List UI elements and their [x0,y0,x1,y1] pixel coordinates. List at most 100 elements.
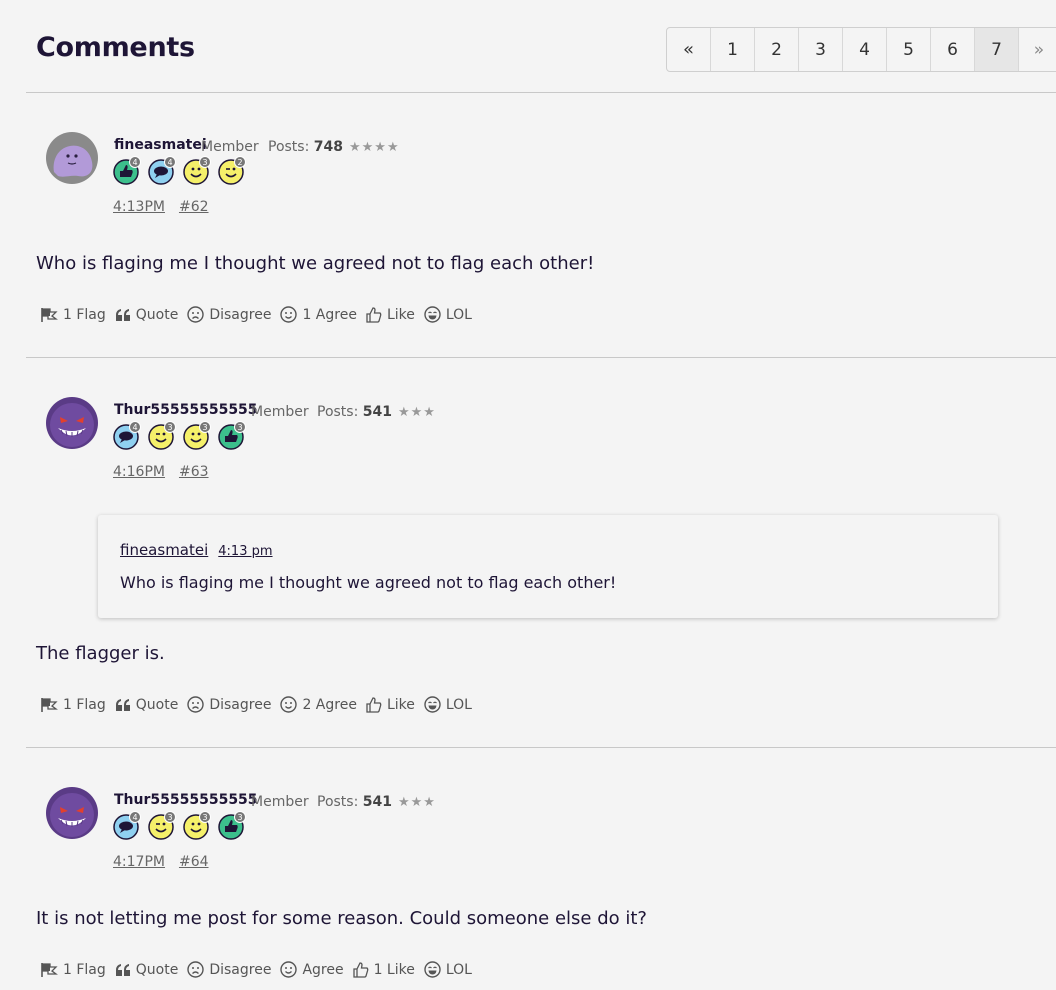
quote-time-link[interactable]: 4:13 pm [218,544,272,559]
quote-button[interactable]: Quote [115,306,179,323]
comment-body: It is not letting me post for some reaso… [36,908,647,929]
pager-page-2[interactable]: 2 [755,28,799,71]
comments-header: Comments [36,32,195,63]
like-label: 1 Like [373,961,415,978]
frown-icon [187,961,205,978]
username[interactable]: Thur55555555555 [114,402,258,418]
user-role: Member [251,794,309,810]
wink-yellow-badge-icon[interactable]: 3 [148,811,176,840]
badge-count: 4 [164,156,176,168]
rank-stars: ★★★ [398,795,436,810]
laugh-icon [424,961,441,978]
frown-icon [187,306,205,323]
thumbs-up-green-badge-icon[interactable]: 3 [218,421,246,450]
quote-label: Quote [135,306,179,323]
disagree-button[interactable]: Disagree [187,306,271,323]
quote-header: fineasmatei 4:13 pm [120,541,273,559]
like-label: Like [386,306,415,323]
rank-stars: ★★★★ [349,140,400,155]
lol-label: LOL [445,961,472,978]
smile-yellow-badge-icon[interactable]: 3 [183,156,211,185]
post-count: Posts: 748 [268,139,343,155]
badge-count: 3 [234,421,246,433]
avatar[interactable] [46,132,98,184]
quote-button[interactable]: Quote [115,962,178,978]
comment-time-link[interactable]: 4:13PM [113,199,165,215]
flag-button[interactable]: 1 Flag [40,962,106,978]
badge-row: 4 4 3 2 [113,156,246,185]
laugh-icon [424,696,441,713]
post-count: Posts: 541 [317,794,392,810]
flag-button[interactable]: 1 Flag [40,697,106,713]
comment-body: Who is flaging me I thought we agreed no… [36,253,595,274]
quote-button[interactable]: Quote [115,697,178,713]
divider [26,747,1056,748]
laugh-icon [424,306,441,323]
username[interactable]: Thur55555555555 [114,792,258,808]
thumbs-up-green-badge-icon[interactable]: 4 [113,156,141,185]
comment-actions: 1 Flag Quote Disagree Agree 1 Like LOL [40,961,481,978]
pager-next-button[interactable]: » [1019,28,1056,71]
badge-count: 3 [199,156,211,168]
comment-number-link[interactable]: #64 [179,854,209,870]
speech-bubble-blue-badge-icon[interactable]: 4 [148,156,176,185]
pager-page-1[interactable]: 1 [711,28,755,71]
agree-button[interactable]: 1 Agree [280,306,357,323]
flag-label: 1 Flag [63,961,106,978]
like-button[interactable]: 1 Like [352,961,415,978]
pager-page-3[interactable]: 3 [799,28,843,71]
smile-yellow-badge-icon[interactable]: 3 [183,811,211,840]
quoted-comment: fineasmatei 4:13 pm Who is flaging me I … [98,515,998,618]
avatar[interactable] [46,397,98,449]
comment-time-link[interactable]: 4:17PM [113,854,165,870]
username[interactable]: fineasmatei [114,137,207,153]
pagination: « 1 2 3 4 5 6 7 » [666,27,1056,72]
badge-count: 4 [129,156,141,168]
agree-button[interactable]: 2 Agree [280,696,357,713]
pager-page-6[interactable]: 6 [931,28,975,71]
lol-label: LOL [445,696,472,713]
like-button[interactable]: Like [366,697,415,713]
badge-count: 3 [164,421,176,433]
pager-page-7-active[interactable]: 7 [975,28,1019,71]
badge-count: 3 [199,811,211,823]
quote-author-link[interactable]: fineasmatei [120,541,208,559]
flag-icon [41,307,58,322]
divider [26,92,1056,93]
page-title: Comments [36,32,195,63]
smile-icon [280,306,298,323]
disagree-button[interactable]: Disagree [187,696,271,713]
speech-bubble-blue-badge-icon[interactable]: 4 [113,811,141,840]
comment-actions: 1 Flag Quote Disagree 1 Agree Like LOL [40,306,481,323]
smile-yellow-badge-icon[interactable]: 3 [183,421,211,450]
like-label: Like [386,696,415,713]
comment-time-link[interactable]: 4:16PM [113,464,165,480]
gengar-avatar-icon [46,787,98,839]
agree-label: 1 Agree [302,306,357,323]
pager-prev-button[interactable]: « [667,28,711,71]
avatar[interactable] [46,787,98,839]
wink-yellow-badge-icon[interactable]: 3 [148,421,176,450]
pager-page-5[interactable]: 5 [887,28,931,71]
comment-body: The flagger is. [36,643,165,664]
disagree-button[interactable]: Disagree [187,961,271,978]
comment-number-link[interactable]: #63 [179,464,209,480]
pager-page-4[interactable]: 4 [843,28,887,71]
badge-count: 3 [199,421,211,433]
thumbs-up-green-badge-icon[interactable]: 3 [218,811,246,840]
agree-button[interactable]: Agree [280,961,344,978]
quote-icon [115,698,130,711]
posts-label: Posts: [317,794,359,810]
wink-yellow-badge-icon[interactable]: 2 [218,156,246,185]
lol-label: LOL [445,306,472,323]
comment-number-link[interactable]: #62 [179,199,209,215]
posts-label: Posts: [317,404,359,420]
comment-meta: 4:17PM #64 [113,854,209,870]
badge-row: 4 3 3 3 [113,811,246,840]
like-button[interactable]: Like [366,307,415,323]
speech-bubble-blue-badge-icon[interactable]: 4 [113,421,141,450]
flag-button[interactable]: 1 Flag [40,307,106,323]
lol-button[interactable]: LOL [424,961,472,978]
lol-button[interactable]: LOL [424,306,472,323]
lol-button[interactable]: LOL [424,696,472,713]
